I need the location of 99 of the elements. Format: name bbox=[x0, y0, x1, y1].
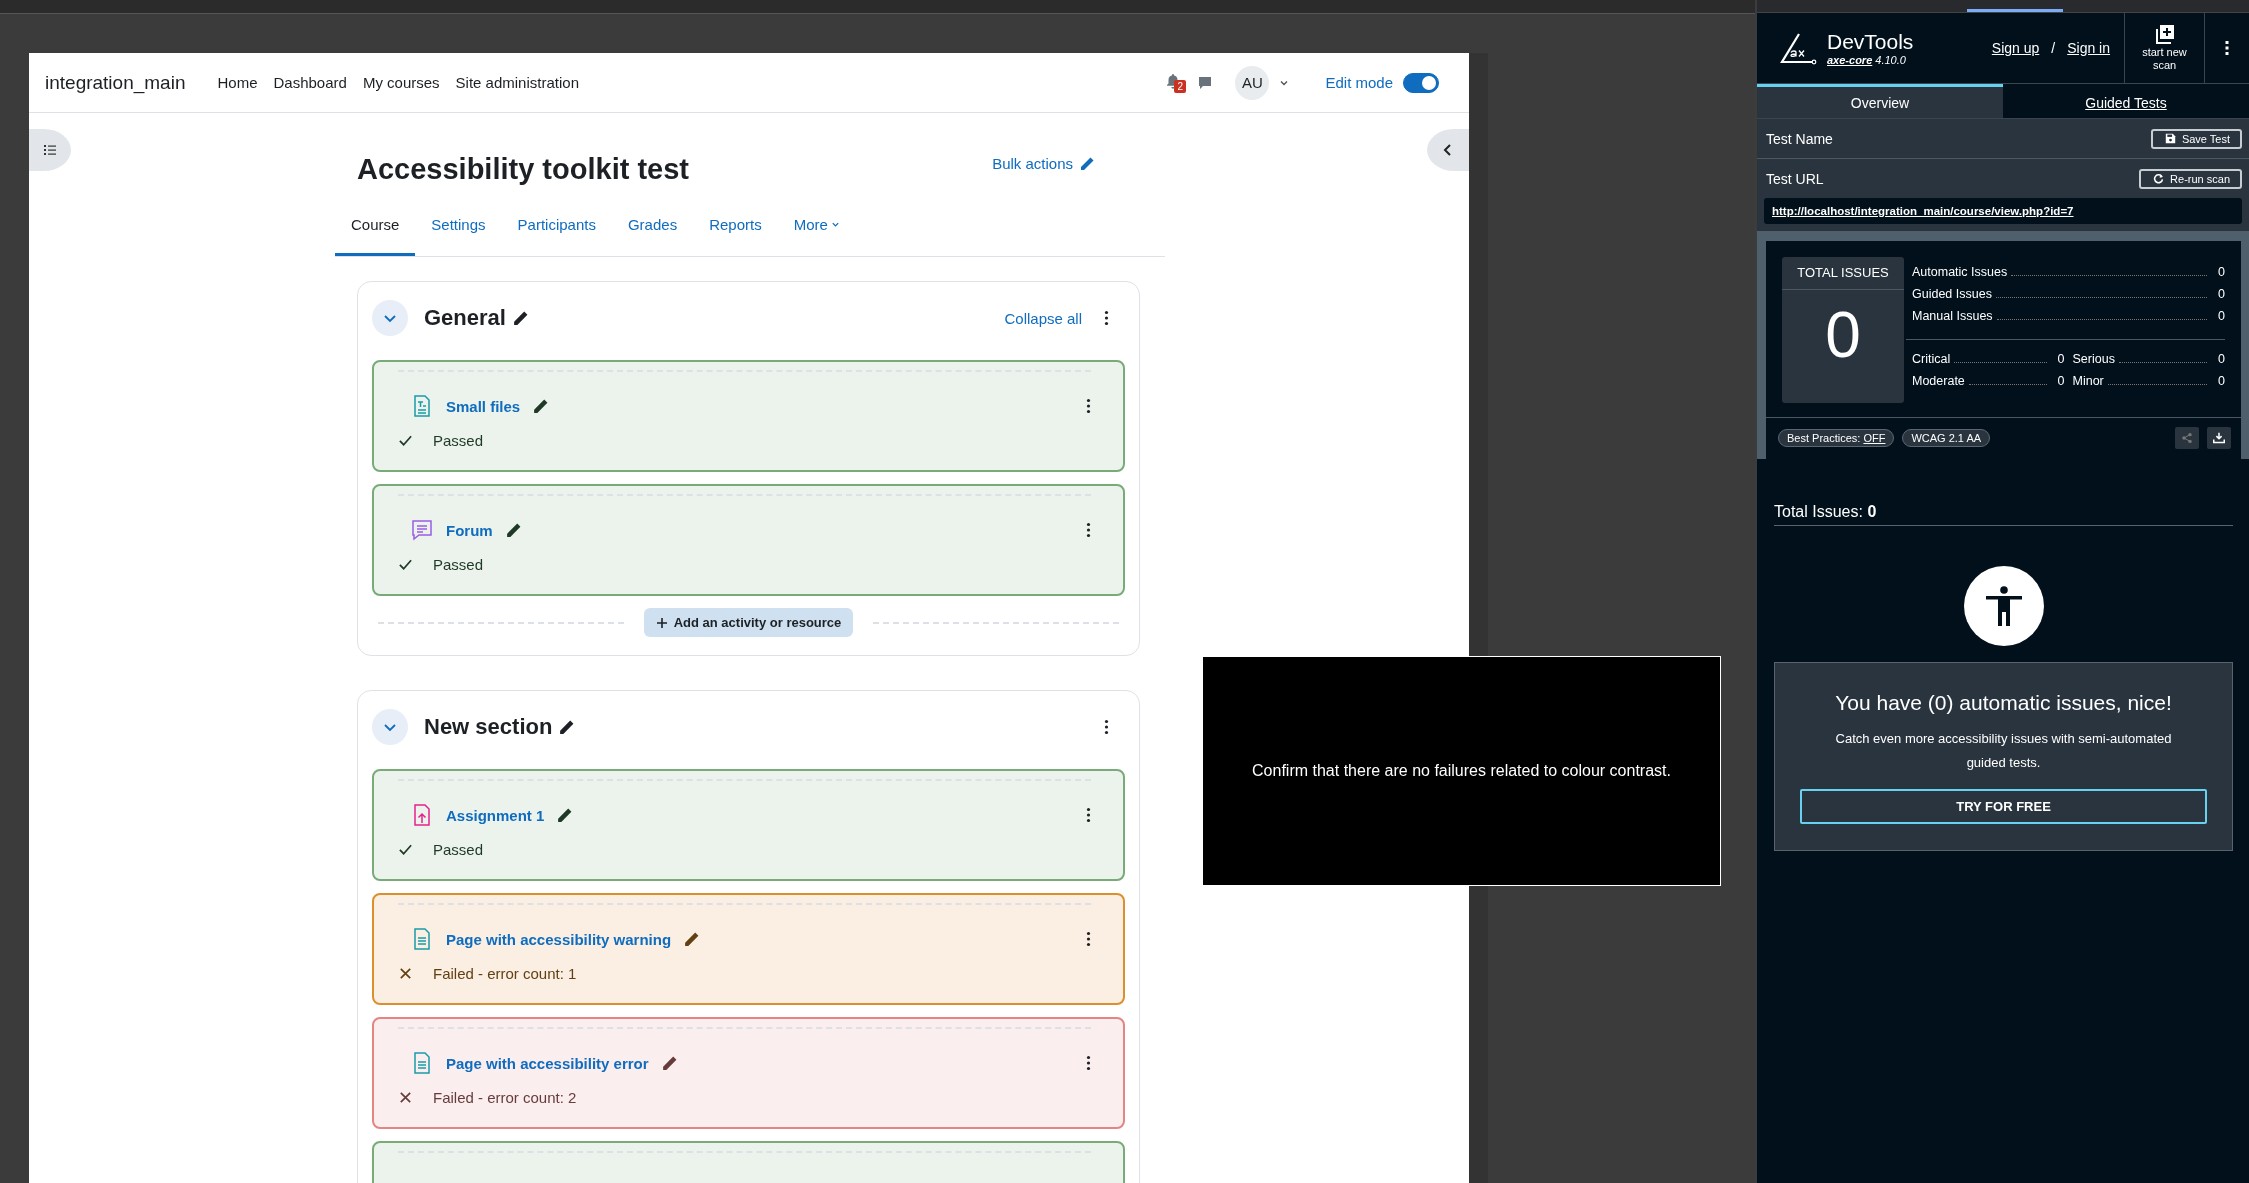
section-title: General bbox=[424, 305, 506, 331]
list-icon bbox=[42, 142, 58, 158]
nav-link[interactable]: Dashboard bbox=[273, 74, 347, 91]
accessibility-icon bbox=[1963, 566, 2044, 646]
refresh-icon bbox=[2153, 173, 2165, 184]
test-url-link[interactable]: http://localhost/integration_main/course/view.php?id=7 bbox=[1764, 198, 2242, 224]
test-name-label: Test Name bbox=[1766, 130, 1833, 147]
notifications-button[interactable]: 2 bbox=[1165, 72, 1188, 93]
chat-bubble-icon bbox=[410, 518, 434, 542]
collapse-button[interactable] bbox=[372, 709, 408, 745]
activity-link[interactable]: Forum bbox=[446, 521, 493, 539]
severity-count: 0 bbox=[2217, 352, 2225, 366]
issue-type-label: Guided Issues bbox=[1912, 287, 1992, 301]
collapse-all-link[interactable]: Collapse all bbox=[1004, 309, 1082, 327]
pencil-icon[interactable] bbox=[532, 397, 550, 415]
more-icon[interactable] bbox=[1086, 1055, 1091, 1071]
more-icon[interactable] bbox=[1086, 807, 1091, 823]
add-activity-button[interactable]: Add an activity or resource bbox=[643, 608, 854, 637]
course-tab[interactable]: Reports bbox=[693, 200, 778, 256]
pencil-icon[interactable] bbox=[660, 1054, 678, 1072]
issue-type-label: Automatic Issues bbox=[1912, 265, 2008, 279]
promo-text: Catch even more accessibility issues with semi-automated guided tests. bbox=[1834, 730, 2173, 772]
activity-link[interactable]: Small files bbox=[446, 397, 521, 415]
edit-mode-toggle[interactable] bbox=[1403, 72, 1439, 93]
collapse-button[interactable] bbox=[372, 300, 408, 336]
promo-heading: You have (0) automatic issues, nice! bbox=[1835, 691, 2172, 715]
bulk-actions-link[interactable]: Bulk actions bbox=[992, 155, 1095, 172]
issue-count: 0 bbox=[2217, 287, 2225, 301]
result-text: Passed bbox=[433, 841, 484, 858]
download-button[interactable] bbox=[2207, 427, 2231, 449]
chevron-down-icon bbox=[830, 220, 840, 229]
section-title: New section bbox=[424, 714, 553, 740]
new-scan-button[interactable]: start new scan bbox=[2124, 13, 2205, 83]
product-name: DevTools bbox=[1827, 30, 1914, 54]
result-text: Failed - error count: 2 bbox=[433, 1089, 577, 1106]
pencil-icon[interactable] bbox=[511, 309, 529, 327]
course-tab[interactable]: More bbox=[777, 200, 856, 256]
activity-link[interactable]: Page with accessibility error bbox=[446, 1054, 649, 1072]
issue-count: 0 bbox=[2217, 309, 2225, 323]
more-icon[interactable] bbox=[1086, 398, 1091, 414]
best-practices-toggle[interactable]: Best Practices: OFF bbox=[1778, 429, 1895, 447]
result-text: Passed bbox=[433, 556, 484, 573]
pencil-icon[interactable] bbox=[504, 521, 522, 539]
more-icon[interactable] bbox=[1086, 931, 1091, 947]
result-text: Failed - error count: 1 bbox=[433, 965, 577, 982]
separator: / bbox=[2051, 40, 2056, 56]
severity-label: Moderate bbox=[1912, 374, 1965, 388]
share-icon bbox=[2181, 432, 2193, 444]
severity-count: 0 bbox=[2217, 374, 2225, 388]
course-title: Accessibility toolkit test bbox=[357, 153, 690, 186]
pencil-icon[interactable] bbox=[683, 930, 701, 948]
nav-link[interactable]: Home bbox=[217, 74, 258, 91]
site-name[interactable]: integration_main bbox=[45, 71, 186, 94]
total-issues-count: 0 bbox=[1825, 298, 1861, 373]
panel-tab[interactable]: Overview bbox=[1757, 84, 2003, 118]
more-icon[interactable] bbox=[1104, 719, 1109, 735]
activity-link[interactable]: Page with accessibility warning bbox=[446, 930, 672, 948]
pencil-icon[interactable] bbox=[558, 718, 576, 736]
course-tab[interactable]: Participants bbox=[501, 200, 612, 256]
share-button[interactable] bbox=[2175, 427, 2199, 449]
test-url-label: Test URL bbox=[1766, 170, 1824, 187]
course-tab[interactable]: Grades bbox=[611, 200, 694, 256]
activity-link[interactable]: Assignment 1 bbox=[446, 806, 545, 824]
chat-icon[interactable] bbox=[1197, 74, 1214, 91]
course-tab[interactable]: Course bbox=[335, 200, 416, 256]
severity-label: Serious bbox=[2072, 352, 2115, 366]
severity-label: Minor bbox=[2072, 374, 2104, 388]
issue-count: 0 bbox=[2217, 265, 2225, 279]
more-icon[interactable] bbox=[1086, 522, 1091, 538]
standard-selector[interactable]: WCAG 2.1 AA bbox=[1902, 429, 1991, 447]
try-for-free-button[interactable]: TRY FOR FREE bbox=[1800, 789, 2207, 824]
user-avatar[interactable]: AU bbox=[1235, 65, 1270, 100]
more-icon[interactable] bbox=[1104, 310, 1109, 326]
severity-label: Critical bbox=[1912, 352, 1951, 366]
pencil-icon[interactable] bbox=[556, 806, 574, 824]
save-test-button[interactable]: Save Test bbox=[2150, 128, 2242, 149]
total-issues-summary: Total Issues: 0 bbox=[1774, 503, 2233, 526]
rerun-scan-button[interactable]: Re-run scan bbox=[2139, 168, 2242, 189]
issue-type-label: Manual Issues bbox=[1912, 309, 1993, 323]
sign-up-link[interactable]: Sign up bbox=[1991, 40, 2040, 56]
notification-count: 2 bbox=[1174, 79, 1186, 93]
sign-in-link[interactable]: Sign in bbox=[2067, 40, 2110, 56]
overlay-message: Confirm that there are no failures related to colour contrast. bbox=[1252, 762, 1671, 780]
plus-icon bbox=[655, 616, 668, 629]
nav-link[interactable]: Site administration bbox=[455, 74, 579, 91]
triangle-logo-icon bbox=[1779, 31, 1819, 65]
edit-mode-label: Edit mode bbox=[1325, 74, 1393, 91]
result-text: Passed bbox=[433, 432, 484, 449]
more-icon[interactable] bbox=[2225, 40, 2229, 56]
pencil-icon bbox=[1079, 155, 1095, 172]
course-tab[interactable]: Settings bbox=[415, 200, 502, 256]
add-square-icon bbox=[2154, 24, 2175, 44]
severity-count: 0 bbox=[2056, 352, 2065, 366]
download-icon bbox=[2213, 432, 2225, 444]
severity-count: 0 bbox=[2056, 374, 2065, 388]
total-issues-label: TOTAL ISSUES bbox=[1782, 257, 1904, 290]
course-index-button[interactable] bbox=[29, 129, 71, 171]
engine-version: axe-core 4.10.0 bbox=[1827, 54, 1907, 66]
nav-link[interactable]: My courses bbox=[362, 74, 440, 91]
